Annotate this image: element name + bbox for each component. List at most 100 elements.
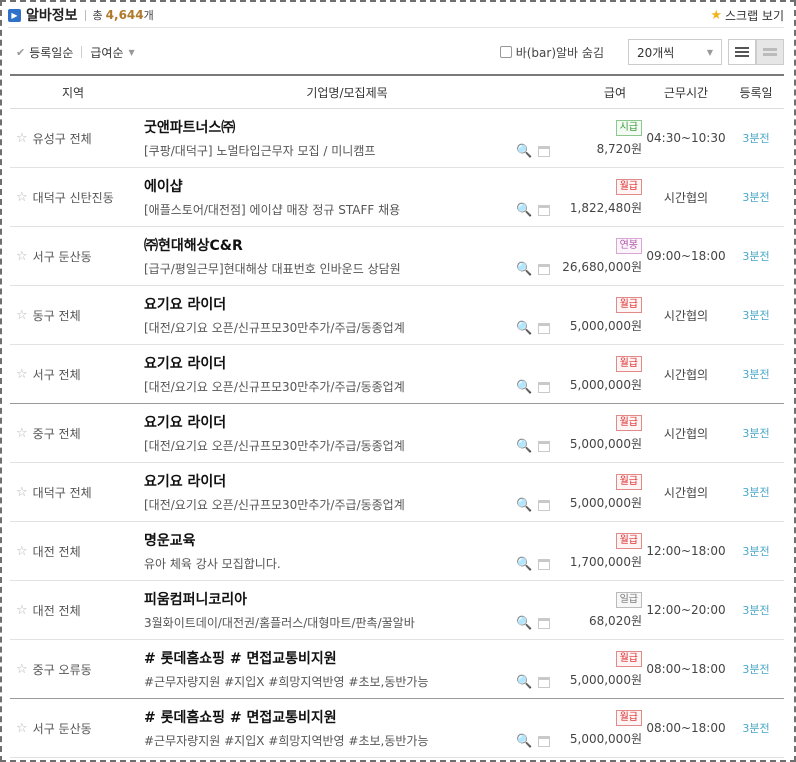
- scrap-view-link[interactable]: ★ 스크랩 보기: [710, 7, 784, 24]
- new-window-icon[interactable]: [538, 558, 551, 570]
- table-row[interactable]: ☆ 대전 전체 명운교육 유아 체육 강사 모집합니다. 🔍 월급 1,700,000원 12…: [10, 522, 784, 581]
- star-outline-icon[interactable]: ☆: [16, 721, 28, 736]
- new-window-icon[interactable]: [538, 440, 551, 452]
- company-name[interactable]: 명운교육: [144, 530, 516, 550]
- table-row[interactable]: ☆ 서구 둔산동 # 롯데홈쇼핑 # 면접교통비지원 #근무자량지원 #지입X #희망…: [10, 699, 784, 758]
- company-cell[interactable]: 명운교육유아 체육 강사 모집합니다.: [136, 530, 516, 572]
- table-row[interactable]: ☆ 서구 전체 요기요 라이더 [대전/요기요 오픈/신규프모30만추가/주급/동종업…: [10, 345, 784, 404]
- company-name[interactable]: 굿앤파트너스㈜: [144, 117, 516, 137]
- per-page-select[interactable]: 20개씩 ▼: [628, 39, 722, 65]
- table-row[interactable]: ☆ 중구 오류동 # 롯데홈쇼핑 # 면접교통비지원 #근무자량지원 #지입X #희망…: [10, 640, 784, 699]
- star-outline-icon[interactable]: ☆: [16, 485, 28, 500]
- company-name[interactable]: 에이샵: [144, 176, 516, 196]
- zoom-icon[interactable]: 🔍: [516, 439, 532, 454]
- star-outline-icon[interactable]: ☆: [16, 367, 28, 382]
- job-title[interactable]: 유아 체육 강사 모집합니다.: [144, 555, 516, 572]
- list-view-button[interactable]: [728, 39, 756, 65]
- new-window-icon[interactable]: [538, 617, 551, 629]
- company-name[interactable]: 요기요 라이더: [144, 412, 516, 432]
- row-actions: 🔍: [516, 227, 558, 286]
- company-name[interactable]: # 롯데홈쇼핑 # 면접교통비지원: [144, 707, 516, 727]
- job-title[interactable]: [대전/요기요 오픈/신규프모30만추가/주급/동종업계: [144, 496, 516, 513]
- new-window-icon[interactable]: [538, 499, 551, 511]
- zoom-icon[interactable]: 🔍: [516, 262, 532, 277]
- table-row[interactable]: ☆ 대덕구 전체 요기요 라이더 [대전/요기요 오픈/신규프모30만추가/주급/동종…: [10, 463, 784, 522]
- star-outline-icon[interactable]: ☆: [16, 190, 28, 205]
- check-icon: ✔: [16, 45, 26, 59]
- job-title[interactable]: #근무자량지원 #지입X #희망지역반영 #초보,동반가능: [144, 673, 516, 690]
- star-outline-icon[interactable]: ☆: [16, 249, 28, 264]
- pay-type-badge: 월급: [615, 179, 642, 195]
- star-outline-icon[interactable]: ☆: [16, 603, 28, 618]
- divider: [81, 46, 83, 58]
- new-window-icon[interactable]: [538, 735, 551, 747]
- company-name[interactable]: 피움컴퍼니코리아: [144, 589, 516, 609]
- company-name[interactable]: 요기요 라이더: [144, 294, 516, 314]
- job-title[interactable]: [급구/평일근무]현대해상 대표번호 인바운드 상담원: [144, 260, 516, 277]
- star-outline-icon[interactable]: ☆: [16, 426, 28, 441]
- company-name[interactable]: # 롯데홈쇼핑 # 면접교통비지원: [144, 648, 516, 668]
- hide-bar-checkbox[interactable]: [499, 46, 512, 58]
- zoom-icon[interactable]: 🔍: [516, 557, 532, 572]
- zoom-icon[interactable]: 🔍: [516, 321, 532, 336]
- new-window-icon[interactable]: [538, 322, 551, 334]
- job-title[interactable]: [대전/요기요 오픈/신규프모30만추가/주급/동종업계: [144, 319, 516, 336]
- pay-cell: 월급 5,000,000원: [558, 473, 644, 511]
- company-cell[interactable]: 요기요 라이더 [대전/요기요 오픈/신규프모30만추가/주급/동종업계: [136, 471, 516, 513]
- star-outline-icon[interactable]: ☆: [16, 662, 28, 677]
- new-window-icon[interactable]: [538, 263, 551, 275]
- sort-by-date[interactable]: ✔ 등록일순: [8, 44, 73, 61]
- job-title[interactable]: [애플스토어/대전점] 에이샵 매장 정규 STAFF 채용: [144, 201, 516, 218]
- star-outline-icon[interactable]: ☆: [16, 544, 28, 559]
- job-title[interactable]: [대전/요기요 오픈/신규프모30만추가/주급/동종업계: [144, 437, 516, 454]
- total-label: 총: [92, 9, 103, 22]
- table-row[interactable]: ☆ 서구 둔산동 ㈜현대해상C&R [급구/평일근무]현대해상 대표번호 인바운드 상…: [10, 227, 784, 286]
- table-row[interactable]: ☆ 대덕구 신탄진동 에이샵 [애플스토어/대전점] 에이샵 매장 정규 STAFF …: [10, 168, 784, 227]
- company-cell[interactable]: 굿앤파트너스㈜ [쿠팡/대덕구] 노멀타입근무자 모집 / 미니캠프: [136, 117, 516, 159]
- job-title[interactable]: [대전/요기요 오픈/신규프모30만추가/주급/동종업계: [144, 378, 516, 395]
- total-count: 4,644: [105, 8, 144, 22]
- work-time: 시간협의: [663, 308, 709, 323]
- zoom-icon[interactable]: 🔍: [516, 675, 532, 690]
- company-cell[interactable]: 요기요 라이더 [대전/요기요 오픈/신규프모30만추가/주급/동종업계: [136, 294, 516, 336]
- table-row[interactable]: ☆ 유성구 전체 굿앤파트너스㈜ [쿠팡/대덕구] 노멀타입근무자 모집 / 미니캠프…: [10, 109, 784, 168]
- star-outline-icon[interactable]: ☆: [16, 308, 28, 323]
- company-cell[interactable]: # 롯데홈쇼핑 # 면접교통비지원 #근무자량지원 #지입X #희망지역반영 #초…: [136, 707, 516, 749]
- company-name[interactable]: 요기요 라이더: [144, 471, 516, 491]
- star-outline-icon[interactable]: ☆: [16, 131, 28, 146]
- job-title[interactable]: #근무자량지원 #지입X #희망지역반영 #초보,동반가능: [144, 732, 516, 749]
- company-cell[interactable]: ㈜현대해상C&R [급구/평일근무]현대해상 대표번호 인바운드 상담원: [136, 235, 516, 277]
- company-cell[interactable]: 요기요 라이더 [대전/요기요 오픈/신규프모30만추가/주급/동종업계: [136, 353, 516, 395]
- zoom-icon[interactable]: 🔍: [516, 734, 532, 749]
- pay-cell: 월급 5,000,000원: [558, 414, 644, 452]
- region-text: 대전 전체: [32, 544, 81, 559]
- zoom-icon[interactable]: 🔍: [516, 203, 532, 218]
- zoom-icon[interactable]: 🔍: [516, 616, 532, 631]
- new-window-icon[interactable]: [538, 676, 551, 688]
- posted-date: 3분전: [742, 309, 770, 322]
- sort-by-pay[interactable]: 급여순 ▼: [90, 44, 134, 61]
- company-name[interactable]: 요기요 라이더: [144, 353, 516, 373]
- company-cell[interactable]: 요기요 라이더 [대전/요기요 오픈/신규프모30만추가/주급/동종업계: [136, 412, 516, 454]
- pay-cell: 월급 5,000,000원: [558, 709, 644, 747]
- region-cell: ☆ 동구 전체: [10, 307, 136, 324]
- new-window-icon[interactable]: [538, 204, 551, 216]
- table-row[interactable]: ☆ 동구 전체 요기요 라이더 [대전/요기요 오픈/신규프모30만추가/주급/동종업…: [10, 286, 784, 345]
- row-actions: 🔍: [516, 286, 558, 345]
- posted-date: 3분전: [742, 427, 770, 440]
- new-window-icon[interactable]: [538, 381, 551, 393]
- table-row[interactable]: ☆ 대전 전체 피움컴퍼니코리아 3월화이트데이/대전권/홈플러스/대형마트/판촉/꿀…: [10, 581, 784, 640]
- zoom-icon[interactable]: 🔍: [516, 498, 532, 513]
- zoom-icon[interactable]: 🔍: [516, 144, 532, 159]
- table-row[interactable]: ☆ 중구 전체 요기요 라이더 [대전/요기요 오픈/신규프모30만추가/주급/동종업…: [10, 404, 784, 463]
- card-view-button[interactable]: [756, 39, 784, 65]
- company-cell[interactable]: # 롯데홈쇼핑 # 면접교통비지원 #근무자량지원 #지입X #희망지역반영 #초…: [136, 648, 516, 690]
- company-name[interactable]: ㈜현대해상C&R: [144, 235, 516, 255]
- job-title[interactable]: [쿠팡/대덕구] 노멀타입근무자 모집 / 미니캠프: [144, 142, 516, 159]
- new-window-icon[interactable]: [538, 145, 551, 157]
- zoom-icon[interactable]: 🔍: [516, 380, 532, 395]
- company-cell[interactable]: 피움컴퍼니코리아 3월화이트데이/대전권/홈플러스/대형마트/판촉/꿀알바: [136, 589, 516, 631]
- company-cell[interactable]: 에이샵 [애플스토어/대전점] 에이샵 매장 정규 STAFF 채용: [136, 176, 516, 218]
- job-title[interactable]: 3월화이트데이/대전권/홈플러스/대형마트/판촉/꿀알바: [144, 614, 516, 631]
- bar-job-hide-toggle[interactable]: 바(bar)알바 숨김: [499, 44, 604, 61]
